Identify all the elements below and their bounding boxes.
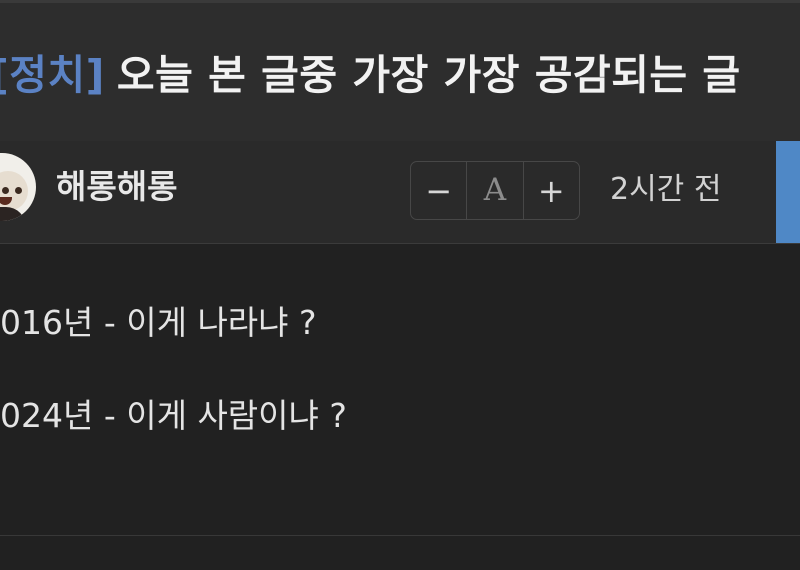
post-title-bar: [정치] 오늘 본 글중 가장 가장 공감되는 글 xyxy=(0,0,800,141)
font-style-button[interactable]: A xyxy=(466,162,522,219)
author-name[interactable]: 해롱해롱 xyxy=(56,165,177,209)
post-meta-bar: 해롱해롱 − A + 2시간 전 xyxy=(0,141,800,244)
font-size-controls: − A + xyxy=(410,161,580,220)
post-body-line: 2016년 - 이게 나라냐 ? xyxy=(0,303,317,342)
font-decrease-button[interactable]: − xyxy=(411,162,466,219)
font-increase-button[interactable]: + xyxy=(522,162,579,219)
post-time: 2시간 전 xyxy=(610,172,722,207)
post-body xyxy=(0,244,800,536)
post-screen: [정치] 오늘 본 글중 가장 가장 공감되는 글 해롱해롱 − A + 2시간 … xyxy=(0,0,800,570)
avatar-body-icon xyxy=(0,207,26,221)
avatar-eye-icon xyxy=(2,187,9,194)
post-title-row: [정치] 오늘 본 글중 가장 가장 공감되는 글 xyxy=(0,47,741,103)
post-title: 오늘 본 글중 가장 가장 공감되는 글 xyxy=(116,51,741,99)
avatar-eye-icon xyxy=(15,187,22,194)
accent-tab[interactable] xyxy=(776,141,800,243)
post-category[interactable]: [정치] xyxy=(0,51,105,99)
post-footer xyxy=(0,536,800,570)
post-body-line: 2024년 - 이게 사람이냐 ? xyxy=(0,396,347,435)
author-avatar[interactable] xyxy=(0,153,36,221)
